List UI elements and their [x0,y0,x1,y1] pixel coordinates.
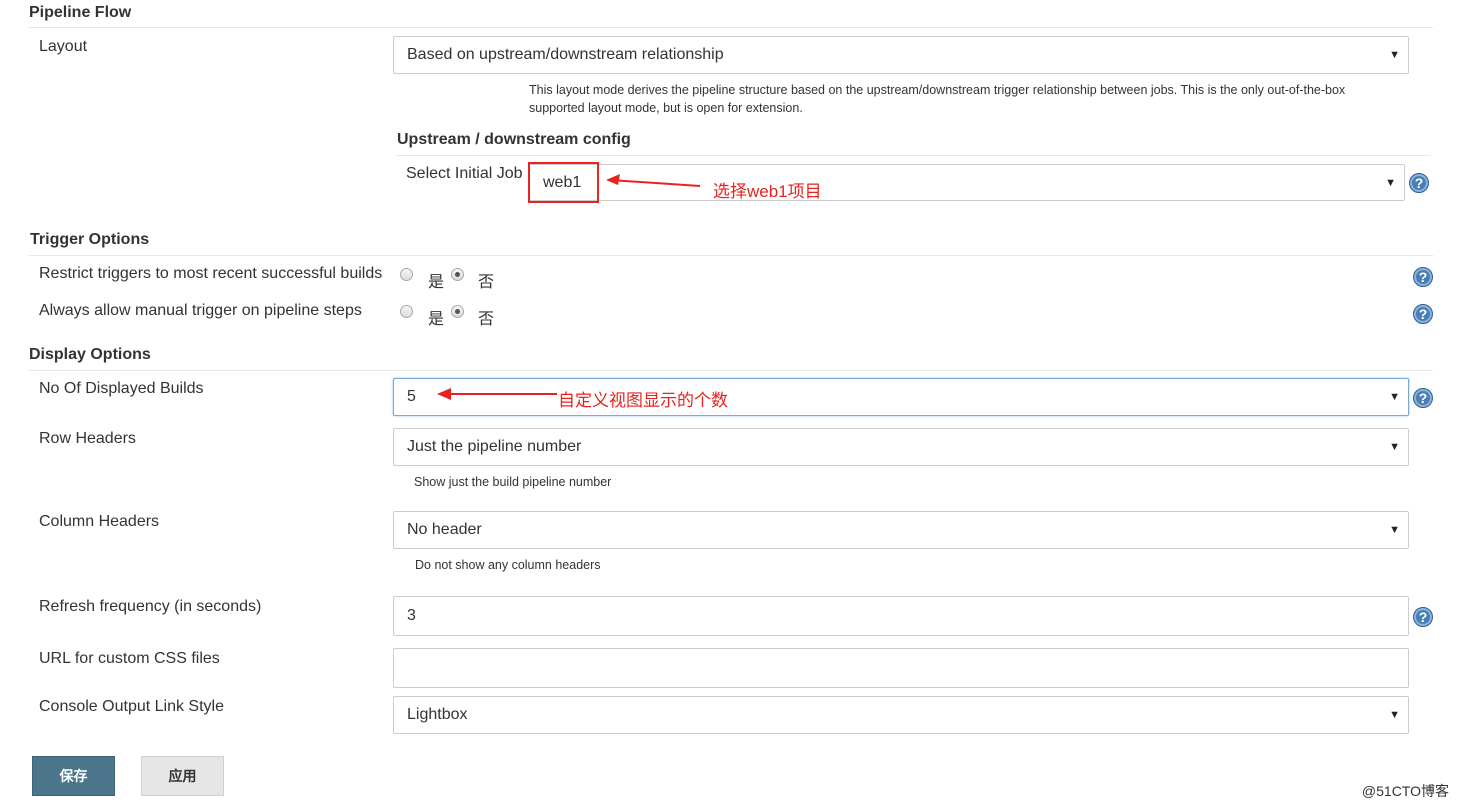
section-header-pipeline-flow: Pipeline Flow [29,4,132,21]
restrict-triggers-label: Restrict triggers to most recent success… [39,265,383,282]
column-headers-description: Do not show any column headers [415,558,601,572]
help-icon[interactable]: ? [1413,267,1433,287]
layout-label: Layout [39,38,88,55]
column-headers-select[interactable]: No header ▼ [393,511,1409,549]
refresh-frequency-value: 3 [407,607,416,624]
dropdown-arrow-icon: ▼ [1389,524,1400,536]
upstream-config-header: Upstream / downstream config [397,131,631,148]
section-header-trigger-options: Trigger Options [30,231,150,248]
displayed-builds-label: No Of Displayed Builds [39,380,204,397]
help-icon[interactable]: ? [1409,173,1429,193]
section-divider [397,155,1431,156]
save-button[interactable]: 保存 [32,756,115,796]
manual-trigger-no-label: 否 [478,311,495,328]
dropdown-arrow-icon: ▼ [1385,176,1396,189]
dropdown-arrow-icon: ▼ [1389,441,1400,453]
manual-trigger-yes-radio[interactable] [400,305,413,318]
custom-css-input[interactable] [393,648,1409,688]
console-link-style-value: Lightbox [407,706,468,723]
annotation-arrow-icon [606,174,701,187]
section-header-display-options: Display Options [29,346,151,363]
section-divider [29,255,1433,256]
initial-job-label: Select Initial Job [406,165,523,182]
help-icon[interactable]: ? [1413,304,1433,324]
dropdown-arrow-icon: ▼ [1389,709,1400,721]
restrict-triggers-yes-radio[interactable] [400,268,413,281]
manual-trigger-no-radio[interactable] [451,305,464,318]
restrict-triggers-no-radio[interactable] [451,268,464,281]
refresh-frequency-label: Refresh frequency (in seconds) [39,598,262,615]
custom-css-label: URL for custom CSS files [39,650,220,667]
section-divider [29,370,1433,371]
row-headers-value: Just the pipeline number [407,438,582,455]
annotation-initial-job: 选择web1项目 [713,182,822,201]
refresh-frequency-input[interactable]: 3 [393,596,1409,636]
console-link-style-label: Console Output Link Style [39,698,224,715]
initial-job-value-highlight: web1 [528,162,599,203]
layout-select-value: Based on upstream/downstream relationshi… [407,46,724,63]
restrict-triggers-yes-label: 是 [428,274,445,291]
help-icon[interactable]: ? [1413,607,1433,627]
layout-description: This layout mode derives the pipeline st… [529,83,1346,115]
row-headers-label: Row Headers [39,430,136,447]
manual-trigger-yes-label: 是 [428,311,445,328]
initial-job-value: web1 [543,173,582,191]
displayed-builds-value: 5 [407,388,416,405]
console-link-style-select[interactable]: Lightbox ▼ [393,696,1409,734]
dropdown-arrow-icon: ▼ [1389,391,1400,403]
section-divider [29,27,1433,28]
restrict-triggers-no-label: 否 [478,274,495,291]
apply-button[interactable]: 应用 [141,756,224,796]
row-headers-select[interactable]: Just the pipeline number ▼ [393,428,1409,466]
annotation-displayed-builds: 自定义视图显示的个数 [558,391,728,410]
layout-select[interactable]: Based on upstream/downstream relationshi… [393,36,1409,74]
annotation-arrow-icon [437,388,557,400]
row-headers-description: Show just the build pipeline number [414,475,612,489]
manual-trigger-label: Always allow manual trigger on pipeline … [39,302,362,319]
column-headers-value: No header [407,521,482,538]
dropdown-arrow-icon: ▼ [1389,49,1400,61]
column-headers-label: Column Headers [39,513,160,530]
help-icon[interactable]: ? [1413,388,1433,408]
watermark: @51CTO博客 [1361,783,1449,799]
